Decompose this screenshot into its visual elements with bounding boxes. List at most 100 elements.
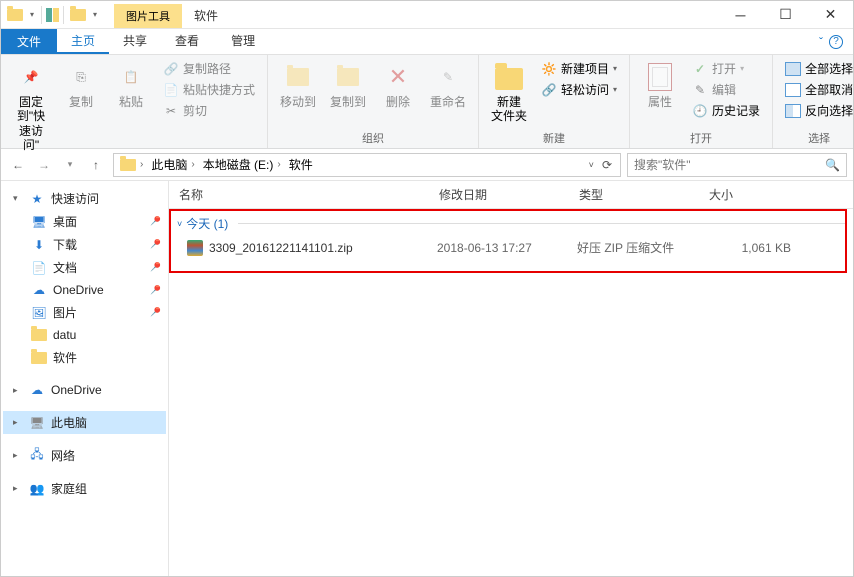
breadcrumb-pc[interactable]: 此电脑	[151, 156, 187, 173]
nav-desktop[interactable]: 🖥桌面📍	[3, 210, 166, 233]
paste-icon: 📋	[115, 61, 147, 93]
pin-indicator-icon: 📍	[146, 281, 165, 300]
close-button[interactable]: ✕	[808, 1, 853, 29]
search-box[interactable]: 搜索"软件" 🔍	[627, 153, 847, 177]
move-icon	[282, 61, 314, 93]
nav-downloads[interactable]: ⬇下载📍	[3, 233, 166, 256]
history-button[interactable]: 🕘历史记录	[690, 101, 762, 120]
nav-datu[interactable]: datu	[3, 324, 166, 346]
qat-dropdown[interactable]: ▾	[27, 10, 37, 19]
select-none-button[interactable]: 全部取消	[783, 80, 854, 99]
nav-quick-access[interactable]: ▾★快速访问	[3, 187, 166, 210]
address-bar-row: ← → ▾ ↑ › 此电脑› 本地磁盘 (E:)› 软件 ˅⟳ 搜索"软件" 🔍	[1, 149, 853, 181]
help-icon[interactable]: ?	[829, 35, 843, 49]
breadcrumb-disk[interactable]: 本地磁盘 (E:)	[203, 156, 274, 173]
network-icon: 🖧	[29, 448, 45, 464]
nav-software[interactable]: 软件	[3, 346, 166, 369]
onedrive-icon: ☁	[31, 282, 47, 298]
documents-icon: 📄	[31, 260, 47, 276]
nav-network[interactable]: ▸🖧网络	[3, 444, 166, 467]
ribbon-tab-strip: 文件 主页 共享 查看 管理 ˇ ?	[1, 29, 853, 55]
ribbon: 📌 固定到"快 速访问" ⎘ 复制 📋 粘贴 🔗复制路径 📄粘贴快捷方式 ✂剪切…	[1, 55, 853, 149]
copy-path-icon: 🔗	[163, 61, 179, 77]
search-icon[interactable]: 🔍	[825, 158, 840, 172]
properties-icon	[644, 61, 676, 93]
invert-selection-button[interactable]: 反向选择	[783, 101, 854, 120]
ribbon-group-select: 全部选择 全部取消 反向选择 选择	[773, 55, 854, 148]
nav-onedrive-root[interactable]: ▸☁OneDrive	[3, 379, 166, 401]
addr-folder-icon	[120, 159, 136, 171]
col-size[interactable]: 大小	[699, 186, 799, 203]
new-folder-button[interactable]: 新建 文件夹	[485, 57, 533, 128]
pictures-icon: 🖼	[31, 305, 47, 321]
home-tab[interactable]: 主页	[57, 29, 109, 54]
cut-icon: ✂	[163, 103, 179, 119]
nav-onedrive[interactable]: ☁OneDrive📍	[3, 279, 166, 301]
forward-button[interactable]: →	[33, 154, 55, 176]
select-none-icon	[785, 82, 801, 98]
nav-documents[interactable]: 📄文档📍	[3, 256, 166, 279]
address-bar[interactable]: › 此电脑› 本地磁盘 (E:)› 软件 ˅⟳	[113, 153, 621, 177]
copy-path-button[interactable]: 🔗复制路径	[161, 59, 257, 78]
collapse-ribbon-icon[interactable]: ˇ	[819, 35, 823, 49]
new-folder-icon	[493, 61, 525, 93]
copy-to-button[interactable]: 复制到	[324, 57, 372, 113]
col-type[interactable]: 类型	[569, 186, 699, 203]
window-controls: ─ ☐ ✕	[718, 1, 853, 29]
paste-shortcut-button[interactable]: 📄粘贴快捷方式	[161, 80, 257, 99]
addr-dropdown-icon[interactable]: ˅	[589, 160, 594, 170]
view-tab[interactable]: 查看	[161, 29, 213, 54]
share-tab[interactable]: 共享	[109, 29, 161, 54]
edit-button[interactable]: ✎编辑	[690, 80, 762, 99]
ribbon-group-open: 属性 ✓打开▾ ✎编辑 🕘历史记录 打开	[630, 55, 773, 148]
properties-qat-icon[interactable]	[46, 8, 59, 22]
pc-icon: 🖥	[29, 415, 45, 431]
desktop-icon: 🖥	[31, 214, 47, 230]
new-item-button[interactable]: 🔆新建项目▾	[539, 59, 619, 78]
col-name[interactable]: 名称	[169, 186, 429, 203]
delete-button[interactable]: ✕删除	[374, 57, 422, 113]
properties-button[interactable]: 属性	[636, 57, 684, 113]
group-label-select: 选择	[779, 128, 854, 148]
minimize-button[interactable]: ─	[718, 1, 763, 29]
move-to-button[interactable]: 移动到	[274, 57, 322, 113]
nav-this-pc[interactable]: ▸🖥此电脑	[3, 411, 166, 434]
edit-icon: ✎	[692, 82, 708, 98]
pin-quick-access-button[interactable]: 📌 固定到"快 速访问"	[7, 57, 55, 157]
search-placeholder: 搜索"软件"	[634, 156, 691, 173]
invert-icon	[785, 103, 801, 119]
new-item-icon: 🔆	[541, 61, 557, 77]
history-icon: 🕘	[692, 103, 708, 119]
folder-icon	[31, 350, 47, 366]
maximize-button[interactable]: ☐	[763, 1, 808, 29]
folder-icon[interactable]	[5, 7, 25, 23]
group-label-open: 打开	[636, 128, 766, 148]
select-all-button[interactable]: 全部选择	[783, 59, 854, 78]
file-tab[interactable]: 文件	[1, 29, 57, 54]
recent-dropdown[interactable]: ▾	[59, 154, 81, 176]
nav-homegroup[interactable]: ▸👥家庭组	[3, 477, 166, 500]
paste-shortcut-icon: 📄	[163, 82, 179, 98]
contextual-tab-label: 图片工具	[114, 4, 182, 28]
open-button[interactable]: ✓打开▾	[690, 59, 762, 78]
qat-menu[interactable]: ▾	[90, 10, 100, 19]
copy-button[interactable]: ⎘ 复制	[57, 57, 105, 113]
refresh-icon[interactable]: ⟳	[602, 158, 612, 172]
paste-button[interactable]: 📋 粘贴	[107, 57, 155, 113]
easy-access-button[interactable]: 🔗轻松访问▾	[539, 80, 619, 99]
pin-indicator-icon: 📍	[146, 212, 165, 231]
up-button[interactable]: ↑	[85, 154, 107, 176]
ribbon-group-new: 新建 文件夹 🔆新建项目▾ 🔗轻松访问▾ 新建	[479, 55, 630, 148]
rename-button[interactable]: ✎重命名	[424, 57, 472, 113]
back-button[interactable]: ←	[7, 154, 29, 176]
nav-pictures[interactable]: 🖼图片📍	[3, 301, 166, 324]
title-bar: ▾ ▾ 图片工具 软件 ─ ☐ ✕	[1, 1, 853, 29]
folder-icon	[31, 327, 47, 343]
ribbon-group-organize: 移动到 复制到 ✕删除 ✎重命名 组织	[268, 55, 479, 148]
folder-qat-icon[interactable]	[68, 7, 88, 23]
breadcrumb-folder[interactable]: 软件	[289, 156, 313, 173]
col-date[interactable]: 修改日期	[429, 186, 569, 203]
manage-tab[interactable]: 管理	[217, 29, 269, 54]
onedrive-icon: ☁	[29, 382, 45, 398]
cut-button[interactable]: ✂剪切	[161, 101, 257, 120]
